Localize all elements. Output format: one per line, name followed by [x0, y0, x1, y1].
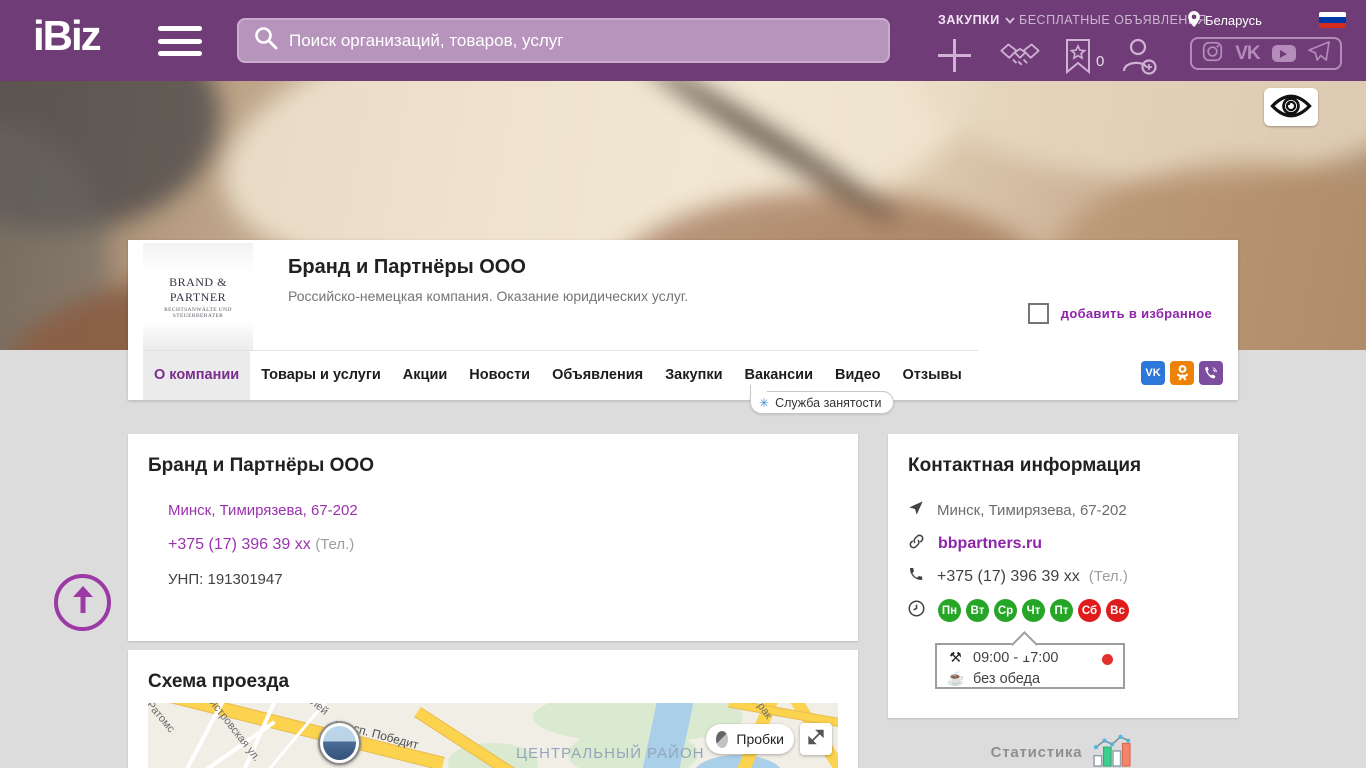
company-logo: BRAND & PARTNER RECHTSANWÄLTE UND STEUER…: [143, 243, 253, 350]
search-bar[interactable]: [237, 18, 890, 63]
website-link[interactable]: bbpartners.ru: [938, 535, 1042, 553]
tab-ads[interactable]: Объявления: [541, 351, 654, 400]
search-icon: [253, 25, 279, 56]
site-logo[interactable]: iBiz: [33, 12, 100, 60]
contact-address-row: Минск, Тимирязева, 67-202: [908, 500, 1127, 520]
favorites-checkbox[interactable]: [1028, 303, 1049, 324]
phone-link[interactable]: +375 (17) 396 39 xx: [168, 536, 311, 553]
nav-free-ads[interactable]: БЕСПЛАТНЫЕ ОБЪЯВЛЕНИЯ: [1019, 13, 1207, 27]
contact-card: Контактная информация Минск, Тимирязева,…: [888, 434, 1238, 718]
about-unp: УНП: 191301947: [168, 571, 283, 588]
schedule-tooltip: ⚒ 09:00 - 17:00 ☕ без обеда: [935, 643, 1125, 689]
register-person-icon[interactable]: [1120, 37, 1158, 80]
phone-number[interactable]: +375 (17) 396 39 xx: [937, 568, 1080, 586]
add-to-favorites[interactable]: добавить в избранное: [1028, 303, 1212, 324]
map-expand-button[interactable]: [800, 723, 832, 755]
traffic-icon: [716, 731, 728, 748]
phone-note: (Тел.): [315, 536, 354, 553]
scroll-to-top-button[interactable]: [54, 574, 111, 631]
company-description: Российско-немецкая компания. Оказание юр…: [288, 288, 688, 304]
bookmarks-count: 0: [1096, 53, 1104, 70]
company-card: BRAND & PARTNER RECHTSANWÄLTE UND STEUER…: [128, 240, 1238, 400]
company-name: Бранд и Партнёры ООО: [288, 256, 526, 279]
about-phone: +375 (17) 396 39 xx (Тел.): [168, 536, 354, 554]
working-days-row: Пн Вт Ср Чт Пт Сб Вс: [908, 599, 1129, 622]
day-mon[interactable]: Пн: [938, 599, 961, 622]
share-vk-icon[interactable]: VK: [1141, 361, 1165, 385]
share-ok-icon[interactable]: [1170, 361, 1194, 385]
link-icon: [908, 533, 925, 555]
map-title: Схема проезда: [148, 671, 289, 693]
phone-icon: [908, 566, 924, 587]
statistics-link[interactable]: Статистика: [888, 733, 1238, 768]
favorites-label: добавить в избранное: [1061, 306, 1212, 321]
expand-arrows-icon: [807, 728, 825, 751]
flag-russia-icon[interactable]: [1319, 12, 1346, 28]
map-card: Схема проезда просп. Победит Мястровская…: [128, 650, 858, 768]
schedule-hours: 09:00 - 17:00: [973, 650, 1058, 666]
country-selector[interactable]: Беларусь: [1188, 11, 1262, 30]
menu-icon[interactable]: [158, 26, 202, 56]
map[interactable]: просп. Победит Мястровская ул. Ратомс ул…: [148, 703, 838, 768]
accessibility-eye-button[interactable]: [1264, 88, 1318, 126]
map-street-label: Ратомс: [148, 703, 177, 735]
social-links: VK: [1190, 37, 1342, 70]
about-card: Бранд и Партнёры ООО Минск, Тимирязева, …: [128, 434, 858, 641]
contact-title: Контактная информация: [908, 455, 1141, 477]
work-tools-icon: ⚒: [947, 649, 964, 666]
statistics-label: Статистика: [991, 744, 1083, 761]
share-buttons: VK: [1141, 361, 1223, 385]
day-tue[interactable]: Вт: [966, 599, 989, 622]
chevron-down-icon: [1005, 13, 1015, 27]
map-district-label: ЦЕНТРАЛЬНЫЙ РАЙОН: [516, 745, 704, 762]
schedule-lunch: без обеда: [973, 671, 1040, 687]
instagram-icon[interactable]: [1202, 41, 1223, 67]
location-pin-icon: [1188, 11, 1200, 30]
traffic-button[interactable]: Пробки: [706, 724, 794, 754]
telegram-icon[interactable]: [1308, 41, 1330, 66]
tab-purchases[interactable]: Закупки: [654, 351, 733, 400]
schedule-hours-row: ⚒ 09:00 - 17:00: [947, 647, 1113, 668]
bookmark-star-icon[interactable]: [1064, 38, 1092, 79]
coffee-icon: ☕: [947, 670, 964, 687]
tab-about[interactable]: О компании: [143, 351, 250, 400]
tab-reviews[interactable]: Отзывы: [892, 351, 973, 400]
eye-icon: [1270, 93, 1312, 122]
day-sun[interactable]: Вс: [1106, 599, 1129, 622]
employment-service-icon: ✳: [759, 396, 769, 410]
statistics-chart-icon: [1091, 733, 1135, 768]
tab-products[interactable]: Товары и услуги: [250, 351, 392, 400]
youtube-icon[interactable]: [1272, 45, 1296, 62]
about-address-link[interactable]: Минск, Тимирязева, 67-202: [168, 502, 358, 519]
clock-icon: [908, 600, 925, 622]
contact-website-row: bbpartners.ru: [908, 533, 1042, 555]
handshake-icon[interactable]: [998, 40, 1042, 77]
map-company-marker[interactable]: [318, 721, 361, 765]
share-viber-icon[interactable]: [1199, 361, 1223, 385]
tab-promos[interactable]: Акции: [392, 351, 458, 400]
day-circles: Пн Вт Ср Чт Пт Сб Вс: [938, 599, 1129, 622]
company-logo-subtext: RECHTSANWÄLTE UND STEUERBERATER: [143, 307, 253, 319]
day-fri[interactable]: Пт: [1050, 599, 1073, 622]
day-wed[interactable]: Ср: [994, 599, 1017, 622]
header: iBiz ЗАКУПКИ БЕСПЛАТНЫЕ ОБЪЯВЛЕНИЯ Белар…: [0, 0, 1366, 81]
contact-phone-row: +375 (17) 396 39 xx (Тел.): [908, 566, 1128, 587]
tab-news[interactable]: Новости: [458, 351, 541, 400]
page: iBiz ЗАКУПКИ БЕСПЛАТНЫЕ ОБЪЯВЛЕНИЯ Белар…: [0, 0, 1366, 768]
up-arrow-icon: [70, 586, 96, 619]
schedule-lunch-row: ☕ без обеда: [947, 668, 1113, 689]
vk-icon[interactable]: VK: [1235, 43, 1259, 65]
search-input[interactable]: [289, 31, 878, 51]
about-title: Бранд и Партнёры ООО: [148, 455, 374, 477]
day-thu[interactable]: Чт: [1022, 599, 1045, 622]
add-plus-icon[interactable]: [936, 37, 973, 79]
phone-note: (Тел.): [1089, 568, 1128, 585]
closed-now-indicator: [1102, 654, 1113, 665]
navigation-arrow-icon: [908, 500, 924, 520]
employment-service-tooltip: ✳ Служба занятости: [750, 391, 894, 414]
day-sat[interactable]: Сб: [1078, 599, 1101, 622]
nav-zakupki[interactable]: ЗАКУПКИ: [938, 13, 1015, 27]
company-logo-text: BRAND & PARTNER: [143, 275, 253, 305]
